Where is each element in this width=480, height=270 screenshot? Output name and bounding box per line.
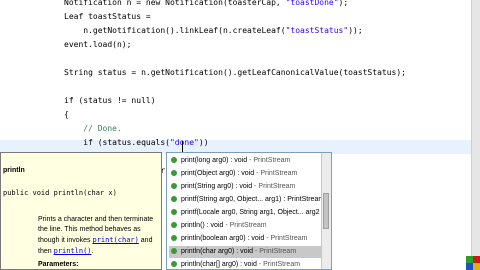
code-line: if (status != null) <box>64 94 156 108</box>
proposal-declaring-type: - PrintStream <box>223 222 267 229</box>
code-text: Leaf toastStatus = <box>64 12 151 21</box>
proposal-item[interactable]: print(long arg0) : void - PrintStream <box>169 155 321 167</box>
public-method-icon <box>171 157 177 163</box>
proposal-item[interactable]: println(boolean arg0) : void - PrintStre… <box>169 233 321 245</box>
public-method-icon <box>171 235 177 241</box>
public-method-icon <box>171 170 177 176</box>
javadoc-link-print-char[interactable]: print(char) <box>92 236 138 244</box>
proposal-declaring-type: - PrintStream <box>252 248 297 255</box>
proposal-signature: print(Object arg0) : void <box>181 170 255 177</box>
code-line: if (status.equals("done")) <box>64 136 209 150</box>
javadoc-title: println <box>3 167 25 174</box>
proposal-declaring-type: - PrintStream <box>247 157 291 164</box>
code-text: String status = n.getNotification().getL… <box>64 68 406 77</box>
code-text: n.getNotification().linkLeaf(n.createLea… <box>64 26 286 35</box>
javadoc-tooltip: println public void println(char x) Prin… <box>0 152 162 270</box>
code-line: event.load(n); <box>64 38 131 52</box>
public-method-icon <box>171 261 177 267</box>
proposal-scrollbar[interactable] <box>321 153 331 269</box>
proposal-declaring-type: - PrintStream <box>256 261 301 268</box>
proposal-signature: println() : void <box>181 222 224 229</box>
code-comment: // Done. <box>83 124 122 133</box>
proposal-declaring-type: - PrintStream <box>254 170 298 177</box>
proposal-item[interactable]: println() : void - PrintStream <box>169 220 321 232</box>
code-line: n.getNotification().linkLeaf(n.createLea… <box>64 24 363 38</box>
editor-vertical-scrollbar[interactable] <box>471 0 480 270</box>
javadoc-parameters-heading: Parameters: <box>38 261 79 268</box>
code-string-literal: "done" <box>169 138 199 147</box>
public-method-icon <box>171 183 177 189</box>
code-text: event.load(n); <box>64 40 132 49</box>
proposal-signature: printf(Locale arg0, String arg1, Object.… <box>181 209 320 216</box>
javadoc-link-println[interactable]: println() <box>54 247 92 255</box>
proposal-item[interactable]: printf(String arg0, Object... arg1) : Pr… <box>169 194 321 206</box>
code-text: )); <box>348 26 363 35</box>
proposal-item[interactable]: print(String arg0) : void - PrintStream <box>169 181 321 193</box>
code-line: Leaf toastStatus = <box>64 10 151 24</box>
code-text: )) <box>198 138 209 147</box>
public-method-icon <box>171 196 177 202</box>
proposal-signature: println(char[] arg0) : void <box>181 261 257 268</box>
proposal-signature: print(String arg0) : void <box>181 183 253 190</box>
proposal-declaring-type: - PrintStream <box>252 183 296 190</box>
proposal-item[interactable]: printf(Locale arg0, String arg1, Object.… <box>169 207 321 219</box>
code-text: if (status != null) <box>64 96 156 105</box>
code-string-literal: "toastStatus" <box>285 26 349 35</box>
code-text: { <box>64 110 69 119</box>
code-line: String status = n.getNotification().getL… <box>64 66 406 80</box>
code-line: Notification n = new Notification(toaste… <box>64 0 348 10</box>
javadoc-signature: public void println(char x) <box>3 189 117 197</box>
proposal-signature: println(char arg0) : void <box>181 248 253 255</box>
content-assist-popup[interactable]: print(long arg0) : void - PrintStream pri… <box>166 152 332 270</box>
public-method-icon <box>171 209 177 215</box>
proposal-declaring-type: - PrintStream <box>264 235 308 242</box>
code-text: Notification n = new Notification(toaste… <box>64 0 286 7</box>
proposal-item[interactable]: println(char arg0) : void - PrintStream <box>169 246 321 258</box>
javadoc-desc-text-3: . <box>91 248 94 255</box>
code-line: // Done. <box>64 122 122 136</box>
proposal-scrollbar-thumb[interactable] <box>323 193 329 229</box>
public-method-icon <box>171 248 177 254</box>
proposal-signature: println(boolean arg0) : void <box>181 235 265 242</box>
javadoc-description: Prints a character and then terminate th… <box>38 215 160 257</box>
code-text: if (status.equals( <box>64 138 170 147</box>
code-string-literal: "toastDone" <box>285 0 339 7</box>
windows-logo-icon <box>466 256 480 270</box>
proposal-signature: printf(String arg0, Object... arg1) : Pr… <box>181 196 321 203</box>
proposal-item[interactable]: print(Object arg0) : void - PrintStream <box>169 168 321 180</box>
code-text: ); <box>338 0 349 7</box>
code-line: { <box>64 108 69 122</box>
proposal-item[interactable]: println(char[] arg0) : void - PrintStrea… <box>169 259 321 269</box>
public-method-icon <box>171 222 177 228</box>
proposal-signature: print(long arg0) : void <box>181 157 248 164</box>
